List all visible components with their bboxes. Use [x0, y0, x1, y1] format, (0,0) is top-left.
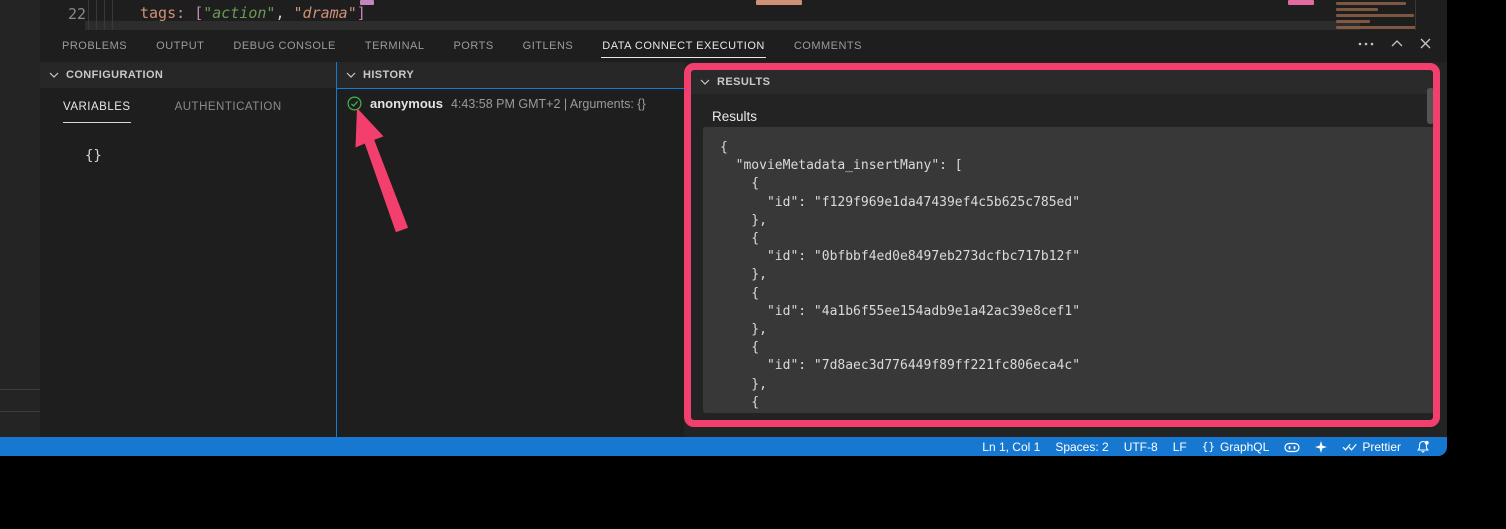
code-token-open-bracket: [	[194, 4, 203, 22]
copilot-status[interactable]	[1284, 441, 1300, 453]
code-editor[interactable]: 22 tags: ["action", "drama"]	[40, 0, 1447, 30]
history-entry[interactable]: anonymous 4:43:58 PM GMT+2 | Arguments: …	[337, 89, 684, 111]
chevron-down-icon	[49, 72, 59, 78]
chevron-down-icon	[346, 72, 356, 78]
indent-guide	[96, 0, 97, 30]
eol-setting[interactable]: LF	[1173, 440, 1187, 454]
tab-output[interactable]: OUTPUT	[155, 34, 205, 58]
maximize-panel-icon[interactable]	[1391, 40, 1403, 47]
minimap-separator	[1415, 0, 1416, 30]
configuration-header[interactable]: CONFIGURATION	[40, 62, 336, 88]
variables-editor[interactable]: {}	[85, 148, 336, 164]
configuration-section: CONFIGURATION VARIABLES AUTHENTICATION {…	[40, 62, 336, 437]
copilot-icon	[1284, 441, 1300, 453]
cursor-position[interactable]: Ln 1, Col 1	[982, 440, 1040, 454]
success-check-icon	[347, 96, 362, 111]
tab-comments[interactable]: COMMENTS	[793, 34, 863, 58]
indent-guide	[88, 0, 89, 30]
results-header[interactable]: RESULTS	[691, 70, 1440, 94]
code-token-close-bracket: ]	[357, 4, 366, 22]
results-label: Results	[712, 109, 757, 124]
sidebar-divider	[0, 389, 40, 390]
line-number: 22	[48, 5, 86, 23]
bell-icon	[1416, 440, 1430, 454]
indentation-setting[interactable]: Spaces: 2	[1055, 440, 1108, 454]
double-check-icon	[1342, 442, 1357, 452]
sparkle-status[interactable]	[1315, 441, 1327, 453]
results-title: RESULTS	[717, 76, 770, 88]
history-entry-details: 4:43:58 PM GMT+2 | Arguments: {}	[451, 97, 646, 111]
vscode-window: 22 tags: ["action", "drama"] PROBLEMS OU…	[0, 0, 1506, 529]
sidebar-divider	[0, 411, 40, 412]
indent-guide	[112, 0, 113, 30]
code-line-22: tags: ["action", "drama"]	[140, 4, 366, 22]
language-mode[interactable]: {} GraphQL	[1202, 440, 1270, 454]
tab-debug-console[interactable]: DEBUG CONSOLE	[232, 34, 336, 58]
close-panel-icon[interactable]	[1420, 38, 1431, 49]
code-token-string-action: "action"	[203, 4, 275, 22]
notification-badge	[1425, 440, 1429, 444]
results-json: { "movieMetadata_insertMany": [ { "id": …	[703, 127, 1435, 412]
tab-authentication[interactable]: AUTHENTICATION	[175, 101, 282, 123]
more-actions-icon[interactable]	[1358, 41, 1374, 47]
encoding-setting[interactable]: UTF-8	[1124, 440, 1158, 454]
results-scrollbar-thumb[interactable]	[1427, 88, 1434, 124]
configuration-tabs: VARIABLES AUTHENTICATION	[63, 101, 336, 123]
indent-guide	[104, 0, 105, 30]
sparkle-icon	[1315, 441, 1327, 453]
history-entry-name: anonymous	[370, 96, 443, 111]
status-bar: Ln 1, Col 1 Spaces: 2 UTF-8 LF {} GraphQ…	[0, 437, 1447, 456]
minimap-line	[1336, 2, 1406, 5]
tab-variables[interactable]: VARIABLES	[63, 101, 131, 123]
minimap-line	[1336, 20, 1370, 23]
code-token-comma: ,	[275, 4, 293, 22]
history-list: anonymous 4:43:58 PM GMT+2 | Arguments: …	[337, 88, 684, 436]
panel-tab-bar: PROBLEMS OUTPUT DEBUG CONSOLE TERMINAL P…	[40, 30, 1447, 62]
language-mode-label: GraphQL	[1220, 440, 1269, 454]
configuration-title: CONFIGURATION	[66, 69, 163, 81]
history-title: HISTORY	[363, 69, 414, 81]
current-line-highlight	[85, 21, 1360, 30]
minimap-line	[1336, 26, 1416, 29]
tab-ports[interactable]: PORTS	[452, 34, 494, 58]
language-mode-icon: {}	[1202, 440, 1215, 453]
tab-terminal[interactable]: TERMINAL	[364, 34, 426, 58]
minimap-line	[1336, 14, 1414, 17]
tab-data-connect-execution[interactable]: DATA CONNECT EXECUTION	[601, 34, 766, 58]
formatter-label: Prettier	[1362, 440, 1401, 454]
code-token-string-drama: "drama"	[294, 4, 357, 22]
formatter-status[interactable]: Prettier	[1342, 440, 1401, 454]
history-header[interactable]: HISTORY	[337, 62, 684, 88]
minimap-line	[1336, 8, 1378, 11]
panel-actions	[1358, 38, 1431, 49]
tab-gitlens[interactable]: GITLENS	[522, 34, 575, 58]
editor-partial-line-fragment	[1288, 0, 1314, 5]
results-json-viewer[interactable]: { "movieMetadata_insertMany": [ { "id": …	[703, 127, 1435, 413]
minimap[interactable]	[1330, 0, 1426, 30]
code-token-field: tags:	[140, 4, 194, 22]
notifications[interactable]	[1416, 440, 1430, 454]
results-section: RESULTS Results { "movieMetadata_insertM…	[684, 62, 1447, 437]
sidebar-strip	[0, 0, 40, 437]
tab-problems[interactable]: PROBLEMS	[61, 34, 128, 58]
chevron-down-icon	[700, 79, 710, 85]
history-section: HISTORY anonymous 4:43:58 PM GMT+2 | Arg…	[336, 62, 684, 437]
editor-partial-line-fragment	[756, 0, 802, 5]
